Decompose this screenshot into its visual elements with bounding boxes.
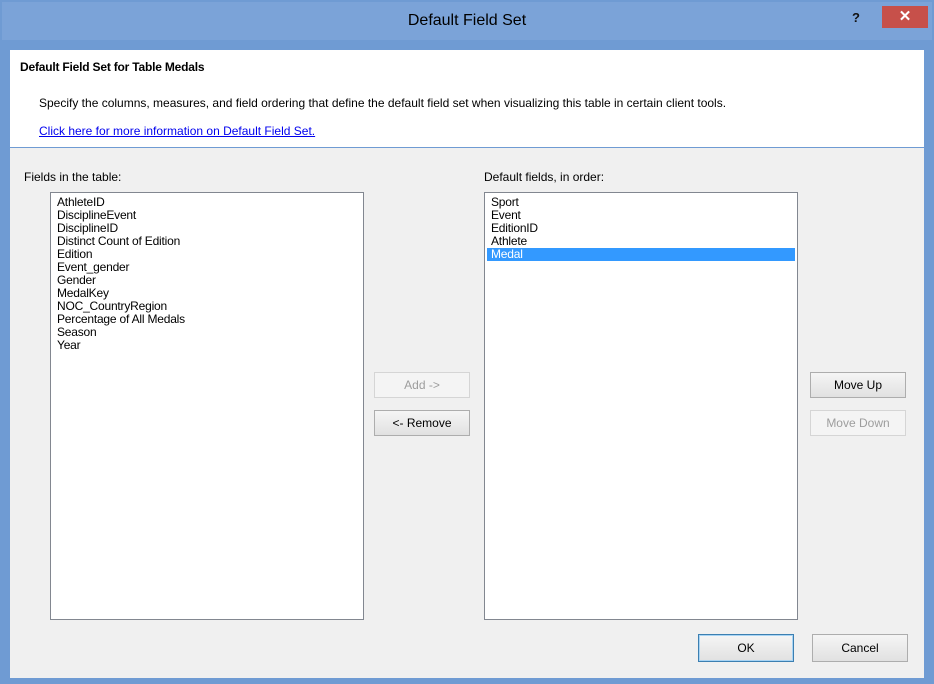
dialog-title: Default Field Set	[407, 12, 527, 29]
ok-button[interactable]: OK	[698, 634, 794, 662]
list-item[interactable]: EditionID	[487, 222, 795, 235]
list-item[interactable]: Percentage of All Medals	[53, 313, 361, 326]
list-item-selected[interactable]: Medal	[487, 248, 795, 261]
title-bar[interactable]: Default Field Set ? ✕	[2, 2, 932, 40]
list-item[interactable]: Sport	[487, 196, 795, 209]
body-panel: Fields in the table: AthleteID Disciplin…	[10, 148, 924, 678]
help-button[interactable]: ?	[847, 10, 865, 28]
dialog-window: Default Field Set ? ✕ Default Field Set …	[0, 0, 934, 684]
info-link[interactable]: Click here for more information on Defau…	[39, 124, 315, 138]
list-item[interactable]: Distinct Count of Edition	[53, 235, 361, 248]
header-title: Default Field Set for Table Medals	[20, 60, 205, 74]
header-description: Specify the columns, measures, and field…	[39, 96, 727, 110]
default-list-label: Default fields, in order:	[484, 170, 605, 184]
close-button[interactable]: ✕	[882, 6, 928, 28]
remove-button[interactable]: <- Remove	[374, 410, 470, 436]
list-item[interactable]: Event_gender	[53, 261, 361, 274]
cancel-button[interactable]: Cancel	[812, 634, 908, 662]
close-icon: ✕	[898, 8, 912, 25]
fields-listbox[interactable]: AthleteID DisciplineEvent DisciplineID D…	[50, 192, 364, 620]
add-button[interactable]: Add ->	[374, 372, 470, 398]
move-up-button[interactable]: Move Up	[810, 372, 906, 398]
fields-list-label: Fields in the table:	[24, 170, 122, 184]
list-item[interactable]: Athlete	[487, 235, 795, 248]
default-fields-listbox[interactable]: Sport Event EditionID Athlete Medal	[484, 192, 798, 620]
list-item[interactable]: Year	[53, 339, 361, 352]
list-item[interactable]: Season	[53, 326, 361, 339]
move-down-button[interactable]: Move Down	[810, 410, 906, 436]
header-panel: Default Field Set for Table Medals Speci…	[10, 50, 924, 147]
